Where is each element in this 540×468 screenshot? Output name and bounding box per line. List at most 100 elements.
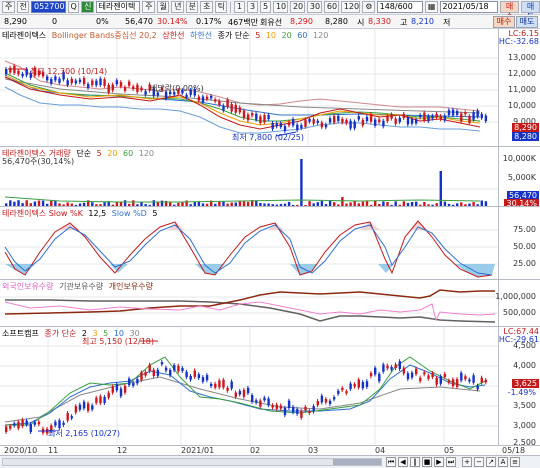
interval-5[interactable]: 5 — [259, 1, 271, 13]
candle-body — [427, 375, 430, 379]
interval-120[interactable]: 120 — [340, 1, 361, 13]
price-hc: HC:-32.68 — [498, 37, 539, 46]
buy-button[interactable]: 매수 — [500, 1, 520, 21]
stop-icon[interactable]: ■ — [422, 457, 432, 467]
timeframe-week[interactable]: 주 — [142, 1, 155, 13]
chart-scrollbar[interactable] — [2, 458, 382, 466]
legend-stock-name: 테라젠이텍스 — [2, 31, 47, 40]
timeframe-minute[interactable]: 분 — [185, 1, 199, 13]
interval-10[interactable]: 10 — [272, 1, 288, 13]
interval-60[interactable]: 60 — [323, 1, 339, 13]
candle-body — [484, 115, 488, 122]
timeframe-month[interactable]: 월 — [156, 1, 170, 13]
candle-body — [423, 372, 426, 375]
candle-body — [476, 110, 479, 117]
candle-body — [287, 122, 291, 126]
candle-body — [140, 372, 143, 381]
candle-body — [394, 364, 397, 369]
comparison-pane[interactable]: 소프트캠프 종가 단순 2 3 5 10 30 최고 5,150 (12/18)… — [0, 327, 540, 446]
period-dropdown[interactable]: 주 — [2, 1, 15, 13]
candle-body — [246, 387, 250, 394]
interval-1[interactable]: 1 — [233, 1, 245, 13]
holdings-pane[interactable]: 외국인보유수량 기관보유수량 개인보유수량 1,000,000 500,000 — [0, 280, 540, 327]
candle-body — [46, 76, 49, 81]
candle-body — [316, 401, 319, 406]
candle-body — [185, 371, 188, 378]
candle-body — [439, 115, 442, 120]
candle-body — [214, 99, 217, 102]
candle-body — [415, 119, 418, 124]
candle-body — [148, 364, 151, 372]
price-tick: 12,000 — [508, 69, 536, 78]
candle-body — [431, 372, 434, 378]
price-chart — [0, 29, 498, 146]
volume-bar — [132, 200, 135, 206]
candle-body — [402, 367, 406, 374]
settings-icon[interactable]: ≡ — [510, 457, 520, 467]
prev-page-icon[interactable]: ◀ — [398, 457, 408, 467]
legend-lower: 하한선 — [190, 31, 213, 40]
lock-icon[interactable]: 신 — [81, 1, 94, 13]
legend-ma5: 5 — [255, 31, 261, 40]
sell-button[interactable]: 매도 — [521, 1, 540, 21]
date-label: 05 — [444, 446, 455, 455]
compare-high-note: 최고 5,150 (12/18) — [82, 337, 155, 346]
next-page-icon[interactable]: ▶ — [434, 457, 444, 467]
candle-body — [21, 73, 24, 77]
stock-name-field[interactable]: 테라젠이텍 — [95, 1, 141, 13]
candle-body — [267, 114, 270, 120]
zoom-out-icon[interactable]: − — [474, 457, 484, 467]
candle-body — [185, 94, 188, 98]
mode-button[interactable]: 전 — [16, 1, 29, 13]
candle-body — [271, 405, 274, 408]
last-page-icon[interactable]: ⏭ — [446, 457, 456, 467]
candle-body — [275, 123, 278, 127]
quote-sell-button[interactable]: 매도 — [516, 16, 538, 28]
calendar-icon[interactable]: ▦ — [424, 1, 438, 13]
stock-code-input[interactable]: 052700 — [31, 1, 66, 13]
candle-body — [251, 113, 254, 116]
settings-icon[interactable]: ⚙ — [362, 1, 375, 13]
interval-3[interactable]: 3 — [246, 1, 258, 13]
timeframe-tick[interactable]: 틱 — [214, 1, 228, 13]
candle-body — [103, 396, 106, 403]
candle-body — [279, 123, 283, 128]
candle-body — [251, 395, 254, 402]
count-display[interactable]: 148/600 — [376, 1, 423, 13]
volume-pane[interactable]: 테라젠이텍스 거래량 단순 5 20 60 120 56,470주(30,14%… — [0, 147, 540, 207]
timeframe-year[interactable]: 년 — [171, 1, 184, 13]
candle-body — [115, 384, 119, 391]
date-input[interactable]: 2021/05/18 — [439, 1, 499, 13]
candle-body — [341, 387, 344, 391]
scrollbar-thumb[interactable] — [333, 459, 381, 465]
interval-20[interactable]: 20 — [289, 1, 305, 13]
rights-note: 배당락(0.00%) — [150, 84, 204, 93]
volume-bar — [25, 200, 28, 206]
expand-icon[interactable]: ↗ — [486, 457, 496, 467]
candle-body — [25, 69, 28, 76]
candle-body — [283, 125, 287, 132]
legend-vol60: 60 — [123, 149, 134, 158]
stochastic-pane[interactable]: 테라젠이텍스 Slow %K 12,5 Slow %D 5 75.00 50.0… — [0, 207, 540, 280]
candle-body — [406, 116, 410, 125]
search-icon[interactable]: Q — [67, 1, 80, 13]
candle-body — [353, 121, 356, 129]
date-label: 12 — [117, 446, 128, 455]
holdings-legend: 외국인보유수량 기관보유수량 개인보유수량 — [2, 281, 156, 292]
compare-tick: 2,500 — [513, 438, 536, 446]
text-tool-icon[interactable]: A — [498, 457, 508, 467]
timeframe-second[interactable]: 초 — [200, 1, 213, 13]
volume-bar — [152, 200, 155, 206]
candle-body — [361, 381, 365, 389]
open-price-value: 8,280 — [325, 17, 348, 26]
stoch-tick: 25.00 — [513, 259, 536, 268]
candle-body — [341, 119, 344, 123]
pause-icon[interactable]: ‖ — [410, 457, 420, 467]
stoch-tick: 50.00 — [513, 242, 536, 251]
interval-30[interactable]: 30 — [306, 1, 322, 13]
price-pane[interactable]: 테라젠이텍스 Bollinger Bands중심선 20,2 상한선 하한선 종… — [0, 29, 540, 147]
zoom-in-icon[interactable]: + — [462, 457, 472, 467]
volume-bar — [9, 200, 12, 206]
quote-buy-button[interactable]: 매수 — [493, 16, 515, 28]
first-page-icon[interactable]: ⏮ — [386, 457, 396, 467]
